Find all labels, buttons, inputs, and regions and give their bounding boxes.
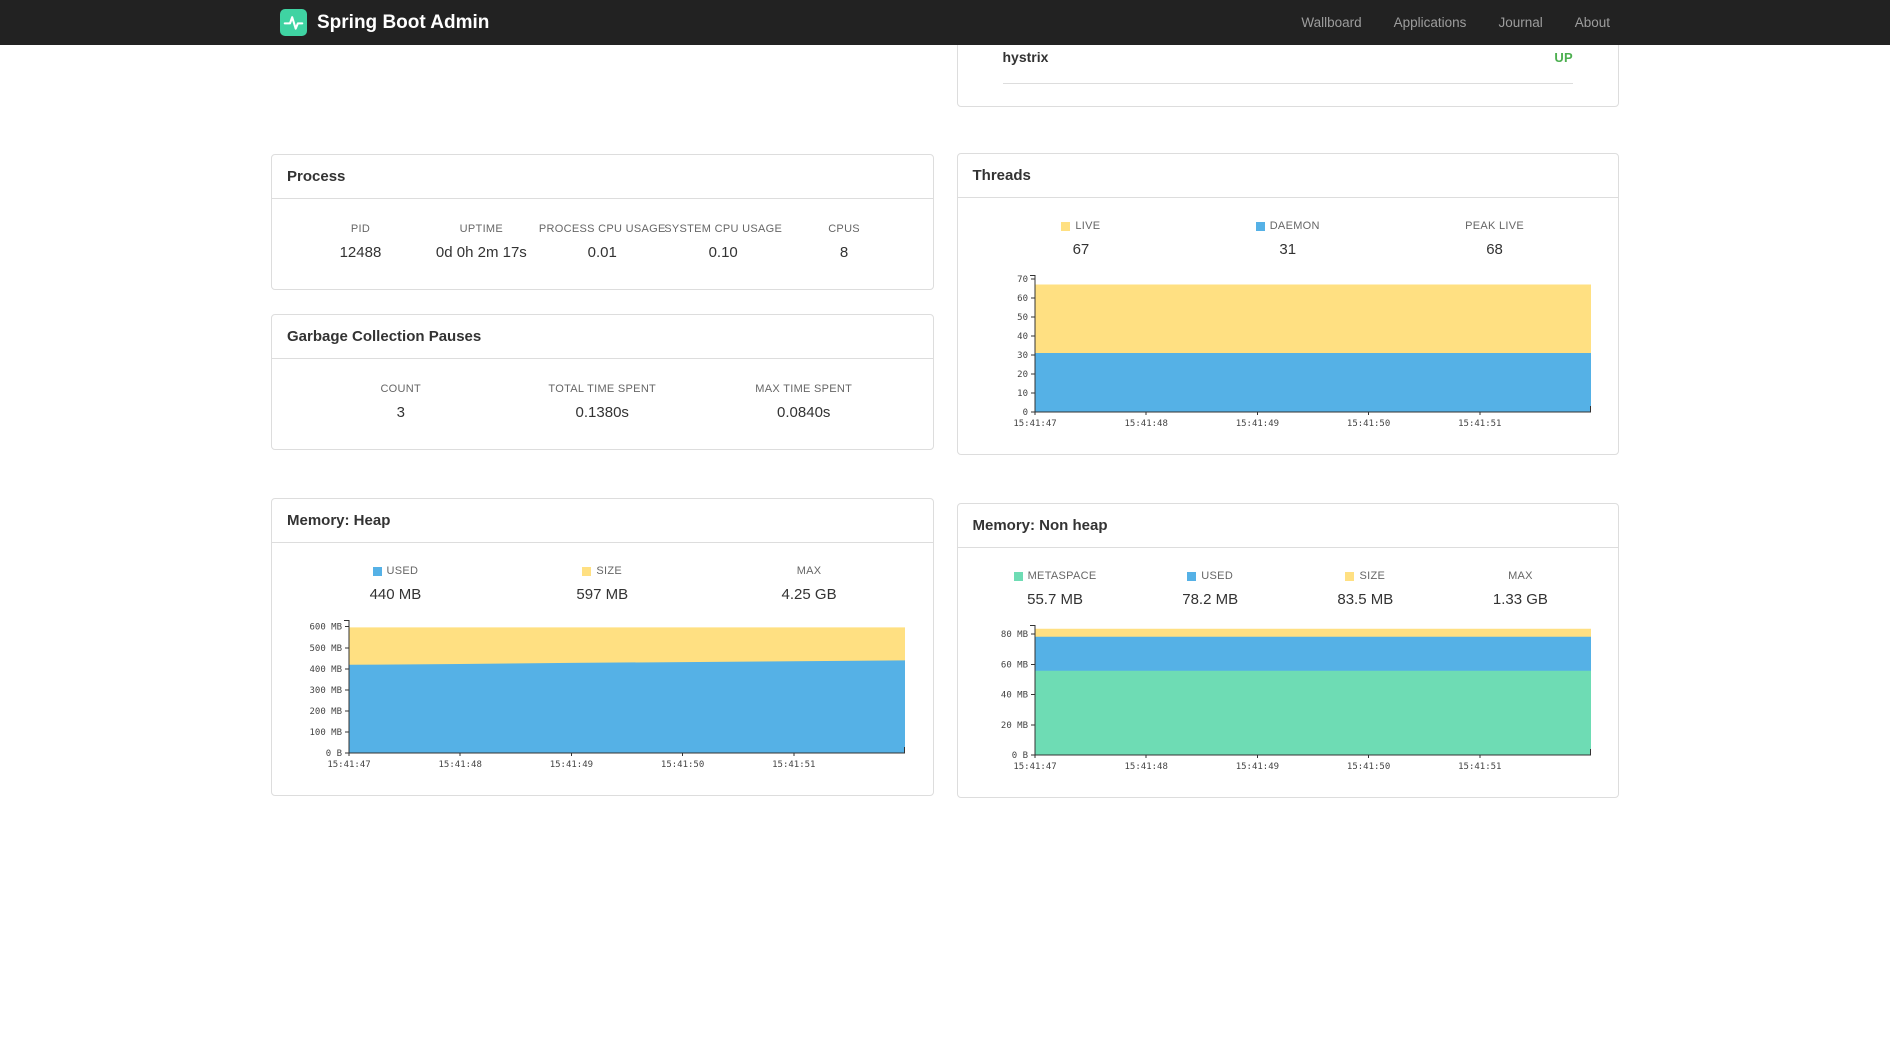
svg-text:15:41:47: 15:41:47: [1013, 762, 1056, 772]
svg-text:30: 30: [1017, 351, 1028, 361]
stat-nonheap-max: MAX 1.33 GB: [1492, 570, 1548, 608]
stat-uptime: UPTIME 0d 0h 2m 17s: [435, 223, 527, 261]
svg-text:0: 0: [1022, 408, 1027, 418]
svg-text:500 MB: 500 MB: [309, 644, 342, 654]
svg-text:15:41:50: 15:41:50: [661, 760, 704, 770]
memory-heap-chart: 0 B 100 MB 200 MB 300 MB 400 MB 500 MB 600 MB 1…: [309, 620, 905, 770]
svg-text:300 MB: 300 MB: [309, 686, 342, 696]
gc-panel: Garbage Collection Pauses COUNT 3 TOTAL …: [271, 314, 934, 450]
svg-text:40 MB: 40 MB: [1000, 691, 1027, 701]
legend-swatch-daemon-icon: [1255, 221, 1265, 231]
navbar-inner: Spring Boot Admin Wallboard Applications…: [265, 0, 1625, 45]
svg-text:60 MB: 60 MB: [1000, 660, 1027, 670]
svg-text:200 MB: 200 MB: [309, 707, 342, 717]
svg-text:60: 60: [1017, 294, 1028, 304]
stat-cpus: CPUS 8: [828, 223, 860, 261]
legend-swatch-used-icon: [1187, 571, 1197, 581]
memory-nonheap-panel-title: Memory: Non heap: [957, 504, 1618, 548]
hystrix-panel-spacer: [1003, 84, 1574, 106]
stat-threads-peak-live: PEAK LIVE 68: [1465, 220, 1525, 258]
svg-text:15:41:48: 15:41:48: [439, 760, 482, 770]
stat-nonheap-used: USED 78.2 MB: [1182, 570, 1239, 608]
navbar: Spring Boot Admin Wallboard Applications…: [0, 0, 1890, 45]
svg-text:80 MB: 80 MB: [1000, 630, 1027, 640]
stat-system-cpu: SYSTEM CPU USAGE 0.10: [664, 223, 783, 261]
legend-swatch-metaspace-icon: [1013, 571, 1023, 581]
svg-text:10: 10: [1017, 389, 1028, 399]
svg-text:40: 40: [1017, 332, 1028, 342]
gc-stats: COUNT 3 TOTAL TIME SPENT 0.1380s MAX TIM…: [272, 359, 933, 449]
svg-text:600 MB: 600 MB: [309, 623, 342, 633]
nav-item-wallboard[interactable]: Wallboard: [1301, 15, 1361, 30]
svg-text:15:41:50: 15:41:50: [1346, 419, 1389, 429]
process-stats: PID 12488 UPTIME 0d 0h 2m 17s PROCESS CP…: [272, 199, 933, 289]
stat-heap-used: USED 440 MB: [369, 565, 422, 603]
svg-text:15:41:51: 15:41:51: [1458, 762, 1501, 772]
left-column: Process PID 12488 UPTIME 0d 0h 2m 17s PR…: [271, 154, 934, 796]
gc-panel-title: Garbage Collection Pauses: [272, 315, 933, 359]
legend-swatch-used-icon: [372, 566, 382, 576]
stat-gc-total-time: TOTAL TIME SPENT 0.1380s: [548, 383, 657, 421]
svg-text:15:41:47: 15:41:47: [1013, 419, 1056, 429]
nav-item-about[interactable]: About: [1575, 15, 1610, 30]
right-column: hystrix UP Threads LIVE 67 DAEMON 31 PEA…: [956, 20, 1619, 798]
svg-text:20: 20: [1017, 370, 1028, 380]
hystrix-label: hystrix: [1002, 49, 1049, 65]
memory-nonheap-legend: METASPACE 55.7 MB USED 78.2 MB SIZE 83.5…: [958, 548, 1619, 618]
stat-gc-count: COUNT 3: [380, 383, 422, 421]
legend-swatch-size-icon: [1345, 571, 1355, 581]
stat-pid: PID 12488: [339, 223, 382, 261]
nav-item-applications[interactable]: Applications: [1394, 15, 1467, 30]
memory-nonheap-panel: Memory: Non heap METASPACE 55.7 MB USED …: [956, 503, 1619, 798]
svg-text:15:41:48: 15:41:48: [1124, 419, 1167, 429]
svg-text:15:41:51: 15:41:51: [1458, 419, 1501, 429]
svg-text:20 MB: 20 MB: [1000, 721, 1027, 731]
brand-title: Spring Boot Admin: [317, 11, 490, 33]
dashboard: Process PID 12488 UPTIME 0d 0h 2m 17s PR…: [271, 20, 1619, 868]
memory-heap-chart-wrap: 0 B 100 MB 200 MB 300 MB 400 MB 500 MB 600 MB 1…: [272, 613, 933, 795]
stat-threads-daemon: DAEMON 31: [1184, 220, 1391, 258]
memory-heap-panel: Memory: Heap USED 440 MB SIZE 597 MB MAX…: [271, 498, 934, 796]
svg-text:0 B: 0 B: [1011, 751, 1027, 761]
memory-heap-panel-title: Memory: Heap: [272, 499, 933, 543]
svg-text:15:41:49: 15:41:49: [550, 760, 593, 770]
svg-text:15:41:49: 15:41:49: [1235, 762, 1278, 772]
threads-chart-wrap: 0 10 20 30 40 50 60 70 15:41:47 15:41:48 15:41:49 1…: [958, 268, 1619, 454]
brand[interactable]: Spring Boot Admin: [280, 9, 489, 36]
process-panel-title: Process: [272, 155, 933, 199]
threads-panel-title: Threads: [957, 154, 1618, 198]
stat-nonheap-size: SIZE 83.5 MB: [1337, 570, 1394, 608]
svg-text:100 MB: 100 MB: [309, 728, 342, 738]
nav-links: Wallboard Applications Journal About: [1301, 15, 1610, 30]
stat-threads-live: LIVE 67: [978, 220, 1185, 258]
svg-text:15:41:51: 15:41:51: [772, 760, 815, 770]
stat-heap-max: MAX 4.25 GB: [781, 565, 837, 603]
svg-text:0 B: 0 B: [326, 749, 342, 759]
legend-swatch-live-icon: [1061, 221, 1071, 231]
stat-heap-size: SIZE 597 MB: [576, 565, 629, 603]
svg-text:15:41:49: 15:41:49: [1235, 419, 1278, 429]
legend-swatch-size-icon: [582, 566, 592, 576]
stat-gc-max-time: MAX TIME SPENT 0.0840s: [755, 383, 853, 421]
brand-logo-icon: [280, 9, 307, 36]
svg-text:15:41:48: 15:41:48: [1124, 762, 1167, 772]
threads-chart: 0 10 20 30 40 50 60 70 15:41:47 15:41:48 15:41:49 1…: [1013, 275, 1591, 429]
svg-text:15:41:47: 15:41:47: [327, 760, 370, 770]
svg-text:15:41:50: 15:41:50: [1346, 762, 1389, 772]
memory-heap-legend: USED 440 MB SIZE 597 MB MAX 4.25 GB: [272, 543, 933, 613]
svg-text:50: 50: [1017, 313, 1028, 323]
svg-text:400 MB: 400 MB: [309, 665, 342, 675]
stat-nonheap-metaspace: METASPACE 55.7 MB: [978, 570, 1133, 608]
nav-item-journal[interactable]: Journal: [1498, 15, 1542, 30]
stat-process-cpu: PROCESS CPU USAGE 0.01: [538, 223, 666, 261]
memory-nonheap-chart: 0 B 20 MB 40 MB 60 MB 80 MB 15:41:47 15:41:48 1…: [1000, 625, 1591, 772]
threads-legend: LIVE 67 DAEMON 31 PEAK LIVE 68: [958, 198, 1619, 268]
svg-text:70: 70: [1017, 275, 1028, 285]
process-panel: Process PID 12488 UPTIME 0d 0h 2m 17s PR…: [271, 154, 934, 290]
status-badge: UP: [1554, 49, 1573, 65]
memory-nonheap-chart-wrap: 0 B 20 MB 40 MB 60 MB 80 MB 15:41:47 15:41:48 1…: [958, 618, 1619, 797]
threads-panel: Threads LIVE 67 DAEMON 31 PEAK LIVE 68 0…: [956, 153, 1619, 455]
